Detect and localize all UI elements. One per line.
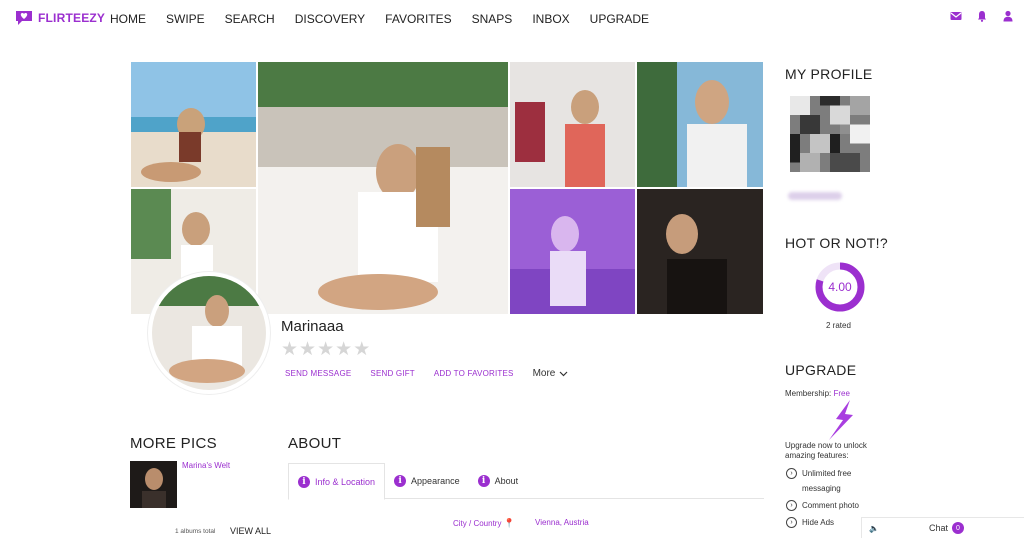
my-profile-title: MY PROFILE [785, 66, 873, 82]
brand-logo[interactable]: FLIRTEEZY [14, 9, 105, 27]
more-pics-title: MORE PICS [130, 435, 217, 452]
feature-label: Comment photo [802, 501, 859, 510]
info-icon: i [298, 475, 310, 488]
add-to-favorites-link[interactable]: ADD TO FAVORITES [434, 369, 514, 378]
nav-upgrade[interactable]: UPGRADE [590, 12, 649, 26]
send-message-link[interactable]: SEND MESSAGE [285, 369, 351, 378]
chevron-right-icon: › [786, 500, 797, 511]
about-title: ABOUT [288, 435, 342, 452]
star-icon[interactable]: ★ [317, 340, 334, 360]
mail-icon[interactable] [950, 10, 962, 22]
profile-actions: SEND MESSAGE SEND GIFT ADD TO FAVORITES … [285, 368, 568, 379]
membership-status: Membership: Free [785, 389, 850, 398]
more-dropdown[interactable]: More [533, 368, 569, 379]
feature-item[interactable]: › Comment photo [786, 498, 859, 513]
nav-swipe[interactable]: SWIPE [166, 12, 205, 26]
star-icon[interactable]: ★ [299, 340, 316, 360]
tab-label: Appearance [411, 476, 460, 486]
album-name-link[interactable]: Marina's Welt [182, 461, 230, 470]
chevron-down-icon [559, 371, 568, 376]
view-all-link[interactable]: VIEW ALL [230, 526, 271, 536]
gallery-photo-3[interactable] [637, 62, 763, 187]
lightning-bolt-icon [829, 400, 853, 440]
feature-label: Unlimited free messaging [802, 469, 852, 493]
rating-stars[interactable]: ★ ★ ★ ★ ★ [281, 340, 370, 360]
tab-info-location[interactable]: i Info & Location [288, 463, 386, 500]
chat-label: Chat [929, 523, 949, 533]
city-country-label: City / Country 📍 [453, 518, 515, 529]
city-country-value: Vienna, Austria [535, 518, 589, 527]
upgrade-description: Upgrade now to unlock amazing features: [785, 441, 867, 460]
nav-discovery[interactable]: DISCOVERY [295, 12, 365, 26]
gallery-photo-2[interactable] [510, 62, 635, 187]
tab-label: Info & Location [315, 476, 376, 487]
send-gift-link[interactable]: SEND GIFT [370, 369, 414, 378]
user-icon[interactable] [1002, 10, 1014, 22]
top-icons [950, 10, 1014, 22]
score-donut: 4.00 [815, 262, 865, 312]
chat-bar[interactable]: 🔈 Chat 0 [861, 517, 1024, 538]
nav-inbox[interactable]: INBOX [532, 12, 569, 26]
my-profile-picture[interactable] [790, 96, 870, 172]
more-label: More [532, 368, 556, 379]
score-value: 4.00 [828, 280, 852, 294]
albums-total: 1 albums total [175, 528, 216, 535]
feature-item[interactable]: › Unlimited free messaging [786, 466, 872, 496]
rated-count: 2 rated [826, 321, 851, 330]
chat-count-badge: 0 [952, 522, 964, 534]
star-icon[interactable]: ★ [335, 340, 352, 360]
night-photo-icon [637, 189, 763, 314]
lounge-photo-icon [258, 62, 508, 314]
gallery-photo-1[interactable] [131, 62, 256, 187]
gallery-photo-main[interactable] [258, 62, 508, 314]
brand-name: FLIRTEEZY [38, 11, 106, 25]
star-icon[interactable]: ★ [353, 340, 370, 360]
upgrade-title: UPGRADE [785, 362, 857, 378]
feature-item[interactable]: › Hide Ads [786, 515, 834, 530]
location-pin-icon: 📍 [503, 518, 515, 528]
profile-username: Marinaaa [281, 318, 344, 335]
info-icon: i [394, 475, 407, 487]
nav-search[interactable]: SEARCH [225, 12, 275, 26]
album-thumbnail[interactable] [130, 461, 177, 508]
logo-icon [16, 11, 32, 25]
info-icon: i [477, 475, 490, 487]
pixelated-photo-icon [790, 96, 870, 172]
nav-home[interactable]: HOME [110, 12, 146, 26]
gallery-photo-6[interactable] [637, 189, 763, 314]
gallery-photo-5[interactable] [510, 189, 635, 314]
speaker-icon[interactable]: 🔈 [869, 524, 879, 533]
tab-label: About [494, 476, 519, 486]
chevron-right-icon: › [786, 468, 797, 479]
purple-filter-photo-icon [510, 189, 635, 314]
membership-value: Free [833, 389, 850, 398]
album-photo-icon [130, 461, 177, 508]
avatar-photo-icon [152, 276, 266, 390]
membership-label: Membership: [785, 389, 832, 398]
star-icon[interactable]: ★ [281, 340, 298, 360]
tab-appearance[interactable]: i Appearance [385, 463, 469, 499]
feature-label: Hide Ads [802, 518, 835, 527]
bell-icon[interactable] [976, 10, 988, 22]
nav-favorites[interactable]: FAVORITES [385, 12, 451, 26]
main-nav: HOME SWIPE SEARCH DISCOVERY FAVORITES SN… [110, 12, 669, 26]
beach-photo-icon [131, 62, 256, 187]
nav-snaps[interactable]: SNAPS [472, 12, 513, 26]
palm-photo-icon [637, 62, 763, 187]
hot-or-not-title: HOT OR NOT!? [785, 235, 888, 251]
profile-avatar[interactable] [148, 272, 270, 394]
tab-about[interactable]: i About [469, 463, 528, 499]
about-tabs: i Info & Location i Appearance i About [288, 463, 764, 500]
city-label-text: City / Country [453, 519, 502, 528]
portrait-photo-icon [510, 62, 635, 187]
chevron-right-icon: › [786, 517, 797, 528]
top-navigation-bar: FLIRTEEZY HOME SWIPE SEARCH DISCOVERY FA… [0, 0, 1024, 38]
blurred-username [788, 192, 842, 200]
